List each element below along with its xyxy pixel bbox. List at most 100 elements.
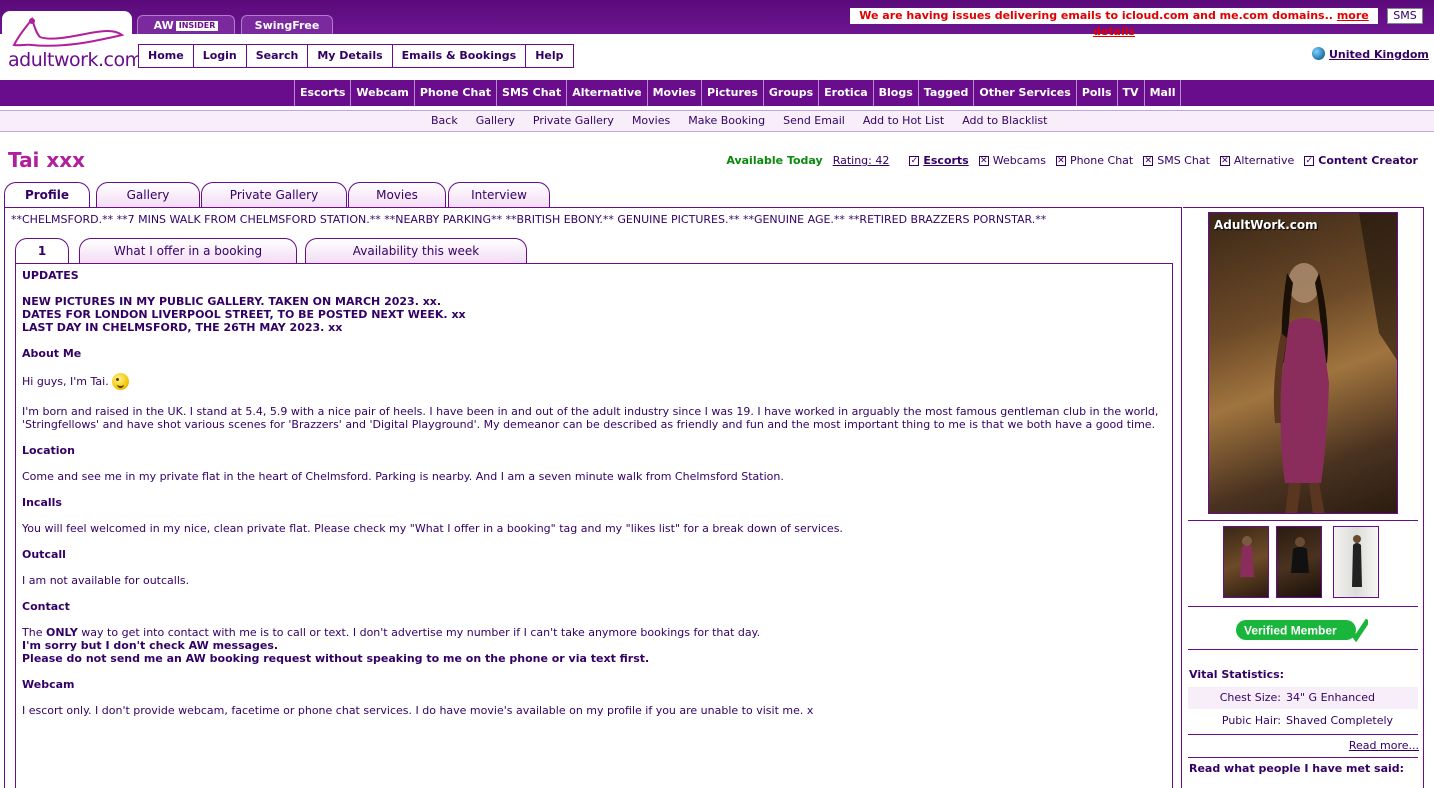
insider-badge: INSIDER xyxy=(175,21,219,31)
vital-value: Shaved Completely xyxy=(1286,714,1394,727)
thumbnail-image-icon xyxy=(1291,537,1309,573)
action-send-email[interactable]: Send Email xyxy=(774,111,854,131)
tab-aw-insider[interactable]: AW INSIDER xyxy=(137,15,235,34)
crossed-box-icon: ✕ xyxy=(1055,155,1066,166)
updates-heading: UPDATES xyxy=(22,269,79,282)
about-greeting-row: Hi guys, I'm Tai. xyxy=(22,373,1166,392)
action-make-booking[interactable]: Make Booking xyxy=(679,111,774,131)
gallery-thumbnail[interactable] xyxy=(1333,526,1379,598)
contact-pre: The xyxy=(22,626,43,639)
contact-heading: Contact xyxy=(22,600,70,613)
location-text: Come and see me in my private flat in th… xyxy=(22,470,784,483)
gallery-thumbnail[interactable] xyxy=(1223,526,1269,598)
contact-note: Please do not send me an AW booking requ… xyxy=(22,652,650,665)
cat-movies[interactable]: Movies xyxy=(648,80,703,106)
profile-content-panel: **CHELMSFORD.** **7 MINS WALK FROM CHELM… xyxy=(4,207,1182,788)
updates-line: NEW PICTURES IN MY PUBLIC GALLERY. TAKEN… xyxy=(22,295,442,308)
contact-only: ONLY xyxy=(45,626,78,639)
cat-sms-chat[interactable]: SMS Chat xyxy=(497,80,568,106)
rating-link[interactable]: Rating: 42 xyxy=(833,154,890,167)
checked-box-icon: ✓ xyxy=(909,155,920,166)
cat-blogs[interactable]: Blogs xyxy=(874,80,919,106)
main-nav: Home Login Search My Details Emails & Bo… xyxy=(138,44,574,68)
contact-note: I'm sorry but I don't check AW messages. xyxy=(22,639,279,652)
profile-description: UPDATES NEW PICTURES IN MY PUBLIC GALLER… xyxy=(15,263,1173,788)
country-selector[interactable]: United Kingdom xyxy=(1312,47,1429,61)
vital-row-chest: Chest Size: 34" G Enhanced xyxy=(1188,687,1418,709)
cat-mall[interactable]: Mall xyxy=(1145,80,1182,106)
nav-search[interactable]: Search xyxy=(247,45,309,67)
divider xyxy=(1188,606,1418,607)
service-label: Content Creator xyxy=(1318,154,1418,167)
nav-login[interactable]: Login xyxy=(194,45,247,67)
tab-private-gallery[interactable]: Private Gallery xyxy=(201,182,347,207)
outcall-heading: Outcall xyxy=(22,548,66,561)
subtab-what-i-offer[interactable]: What I offer in a booking xyxy=(79,238,297,263)
action-gallery[interactable]: Gallery xyxy=(467,111,524,131)
cat-other-services[interactable]: Other Services xyxy=(974,80,1077,106)
cat-phone-chat[interactable]: Phone Chat xyxy=(415,80,498,106)
nav-my-details[interactable]: My Details xyxy=(308,45,393,67)
main-profile-photo[interactable]: AdultWork.com xyxy=(1208,212,1398,514)
service-content-creator: ✓ Content Creator xyxy=(1304,154,1418,167)
cat-tv[interactable]: TV xyxy=(1118,80,1145,106)
insider-prefix: AW xyxy=(153,19,174,32)
divider xyxy=(1188,649,1418,650)
about-heading: About Me xyxy=(22,347,82,360)
profile-sidebar: AdultWork.com Verified Member Vital Stat… xyxy=(1183,207,1424,788)
reviews-title: Read what people I have met said: xyxy=(1189,762,1405,775)
action-add-hot-list[interactable]: Add to Hot List xyxy=(854,111,953,131)
subtab-1[interactable]: 1 xyxy=(15,238,69,264)
tab-swingfree[interactable]: SwingFree xyxy=(241,15,333,34)
cat-webcam[interactable]: Webcam xyxy=(351,80,415,106)
divider xyxy=(1188,757,1418,758)
service-label: Escorts xyxy=(923,154,969,167)
service-phone-chat: ✕ Phone Chat xyxy=(1055,154,1133,167)
site-logo[interactable]: adultwork.com xyxy=(2,11,143,75)
service-escorts[interactable]: ✓ Escorts xyxy=(909,154,969,167)
gallery-thumbnail[interactable] xyxy=(1276,526,1322,598)
wink-smiley-icon xyxy=(111,373,129,390)
notice-text: We are having issues delivering emails t… xyxy=(859,9,1333,22)
cat-pictures[interactable]: Pictures xyxy=(702,80,764,106)
tab-movies[interactable]: Movies xyxy=(348,182,446,207)
cat-polls[interactable]: Polls xyxy=(1077,80,1118,106)
nav-home[interactable]: Home xyxy=(139,45,194,67)
cat-erotica[interactable]: Erotica xyxy=(819,80,874,106)
cat-escorts[interactable]: Escorts xyxy=(294,80,352,106)
country-label: United Kingdom xyxy=(1329,48,1429,61)
tab-interview[interactable]: Interview xyxy=(448,182,550,207)
webcam-heading: Webcam xyxy=(22,678,75,691)
action-private-gallery[interactable]: Private Gallery xyxy=(524,111,623,131)
tab-profile[interactable]: Profile xyxy=(4,182,90,208)
vital-key: Pubic Hair: xyxy=(1221,714,1281,727)
cat-tagged[interactable]: Tagged xyxy=(919,80,975,106)
sms-button[interactable]: SMS xyxy=(1387,8,1423,24)
cat-alternative[interactable]: Alternative xyxy=(567,80,648,106)
cat-groups[interactable]: Groups xyxy=(764,80,820,106)
photo-figure-icon xyxy=(1273,213,1397,513)
divider xyxy=(1188,734,1418,735)
profile-actions-bar: Back Gallery Private Gallery Movies Make… xyxy=(0,110,1434,132)
incalls-text: You will feel welcomed in my nice, clean… xyxy=(22,522,843,535)
crossed-box-icon: ✕ xyxy=(1219,155,1230,166)
checked-box-icon: ✓ xyxy=(1304,155,1315,166)
about-greeting: Hi guys, I'm Tai. xyxy=(22,375,109,388)
service-label: SMS Chat xyxy=(1157,154,1210,167)
incalls-heading: Incalls xyxy=(22,496,62,509)
read-more-link[interactable]: Read more... xyxy=(1349,739,1419,752)
nav-emails-bookings[interactable]: Emails & Bookings xyxy=(393,45,527,67)
action-movies[interactable]: Movies xyxy=(623,111,679,131)
service-sms-chat: ✕ SMS Chat xyxy=(1143,154,1210,167)
subtab-availability[interactable]: Availability this week xyxy=(305,238,527,263)
photo-watermark: AdultWork.com xyxy=(1214,218,1318,232)
contact-text: The ONLY way to get into contact with me… xyxy=(22,626,1166,639)
action-add-blacklist[interactable]: Add to Blacklist xyxy=(953,111,1056,131)
email-issue-notice: We are having issues delivering emails t… xyxy=(850,8,1378,38)
tab-gallery[interactable]: Gallery xyxy=(96,182,200,207)
action-back[interactable]: Back xyxy=(422,111,467,131)
profile-tagline: **CHELMSFORD.** **7 MINS WALK FROM CHELM… xyxy=(11,213,1047,226)
category-bar: Escorts Webcam Phone Chat SMS Chat Alter… xyxy=(0,80,1434,106)
webcam-text: I escort only. I don't provide webcam, f… xyxy=(22,704,814,717)
nav-help[interactable]: Help xyxy=(526,45,572,67)
